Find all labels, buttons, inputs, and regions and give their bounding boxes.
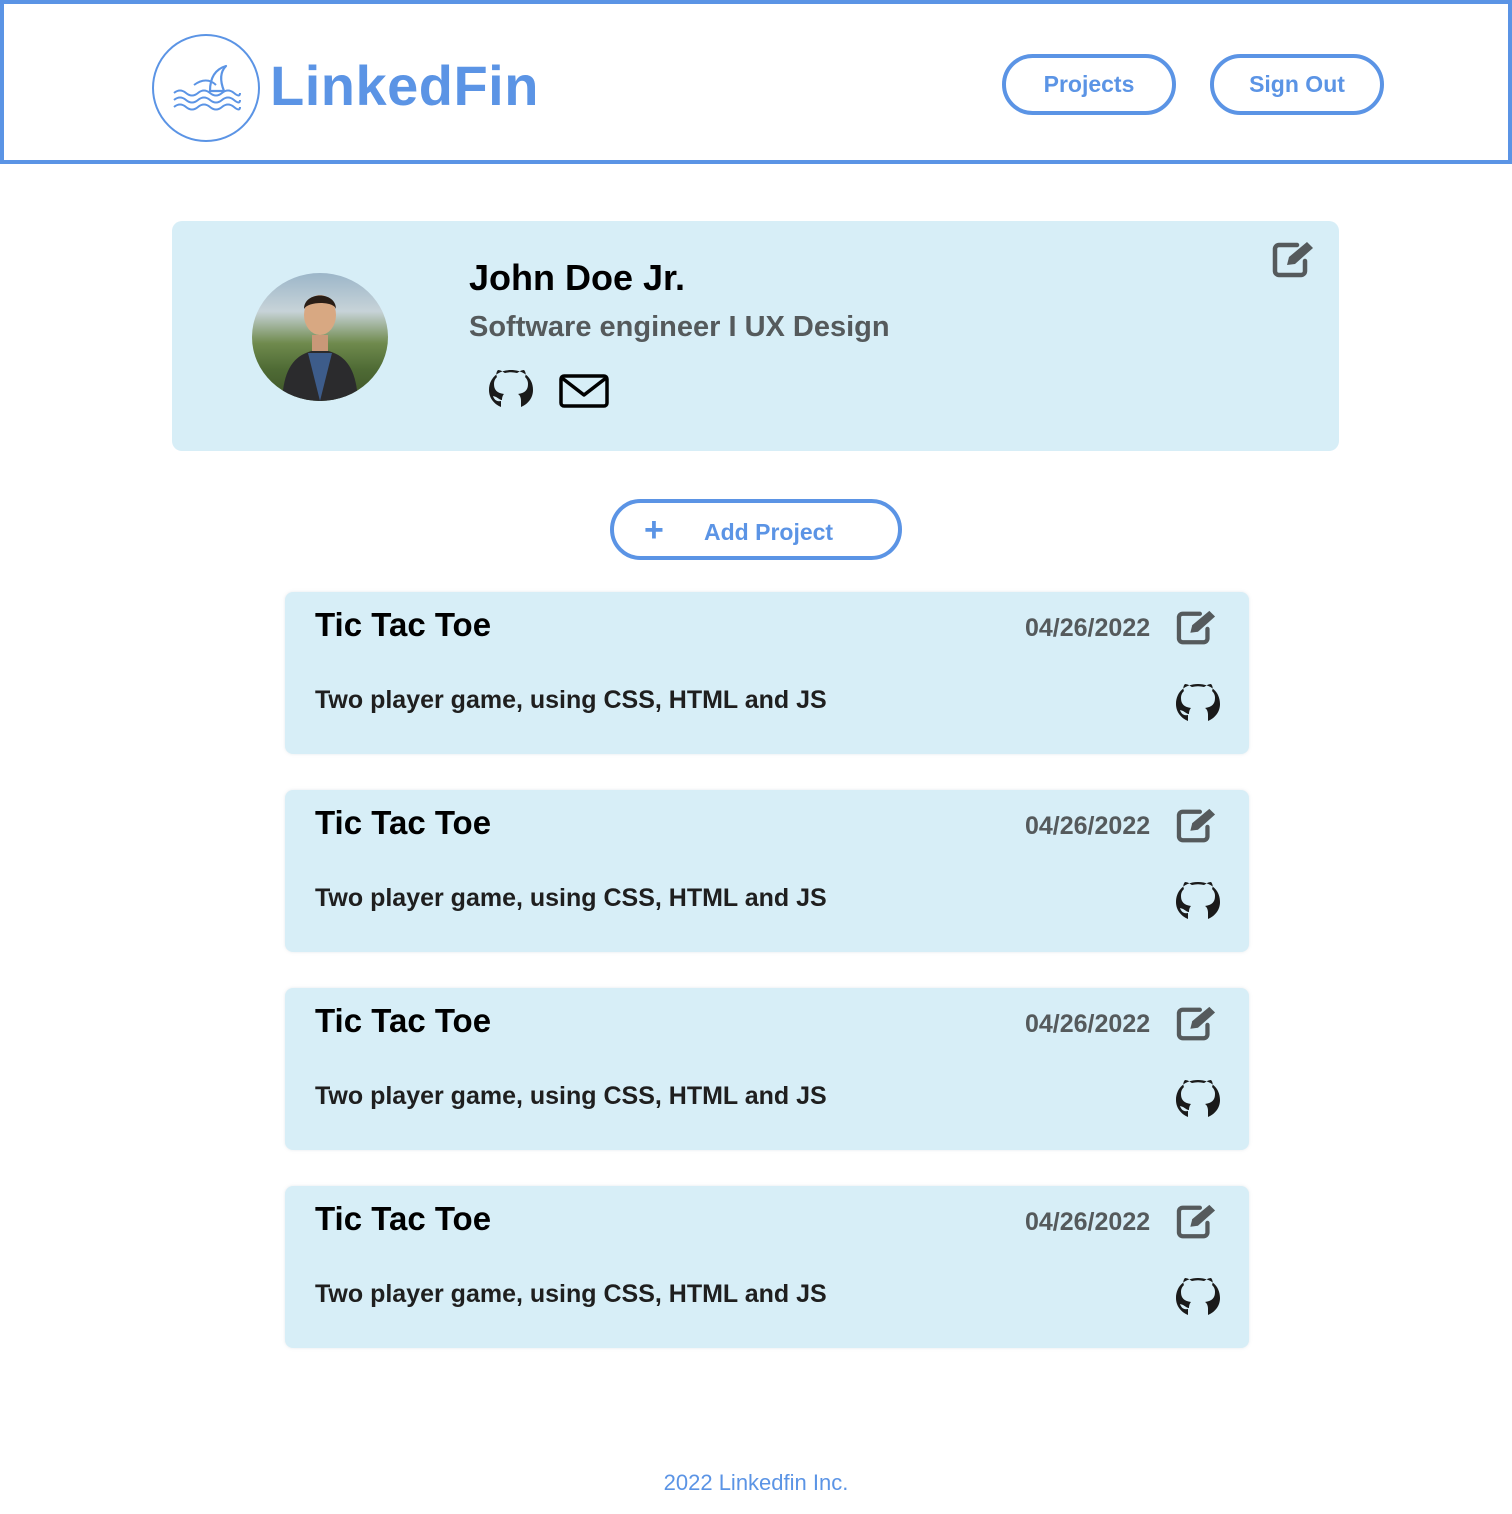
project-title: Tic Tac Toe [315,1200,492,1237]
profile-name: John Doe Jr. [469,257,686,298]
sign-out-button[interactable]: Sign Out [1210,54,1384,115]
project-card: Tic Tac Toe 04/26/2022 Two player game, … [285,592,1249,754]
project-description: Two player game, using CSS, HTML and JS [315,1280,827,1308]
edit-icon[interactable] [1271,239,1317,279]
github-icon[interactable] [1171,1274,1225,1320]
project-card: Tic Tac Toe 04/26/2022 Two player game, … [285,1186,1249,1348]
plus-icon: + [644,511,664,549]
profile-card: John Doe Jr. Software engineer I UX Desi… [172,221,1339,451]
avatar [252,273,388,401]
project-description: Two player game, using CSS, HTML and JS [315,1082,827,1110]
project-description: Two player game, using CSS, HTML and JS [315,686,827,714]
project-date: 04/26/2022 [1025,1010,1151,1038]
github-icon[interactable] [484,366,538,412]
mail-icon[interactable] [558,373,610,409]
add-project-label: Add Project [704,519,834,545]
project-title: Tic Tac Toe [315,606,492,643]
add-project-button[interactable]: + Add Project [610,499,902,560]
github-icon[interactable] [1171,680,1225,726]
project-date: 04/26/2022 [1025,1208,1151,1236]
edit-icon[interactable] [1175,1202,1219,1240]
edit-icon[interactable] [1175,1004,1219,1042]
footer-text: 2022 Linkedfin Inc. [663,1470,849,1495]
project-card: Tic Tac Toe 04/26/2022 Two player game, … [285,790,1249,952]
github-icon[interactable] [1171,1076,1225,1122]
project-title: Tic Tac Toe [315,1002,492,1039]
top-nav-bar: LinkedFin Projects Sign Out [0,0,1512,164]
logo[interactable] [152,34,260,142]
shark-fin-waves-icon [173,64,241,111]
profile-title: Software engineer I UX Design [469,311,890,343]
edit-icon[interactable] [1175,608,1219,646]
project-date: 04/26/2022 [1025,812,1151,840]
brand-name[interactable]: LinkedFin [270,52,539,120]
edit-icon[interactable] [1175,806,1219,844]
project-card: Tic Tac Toe 04/26/2022 Two player game, … [285,988,1249,1150]
project-description: Two player game, using CSS, HTML and JS [315,884,827,912]
projects-button[interactable]: Projects [1002,54,1176,115]
project-date: 04/26/2022 [1025,614,1151,642]
project-title: Tic Tac Toe [315,804,492,841]
github-icon[interactable] [1171,878,1225,924]
